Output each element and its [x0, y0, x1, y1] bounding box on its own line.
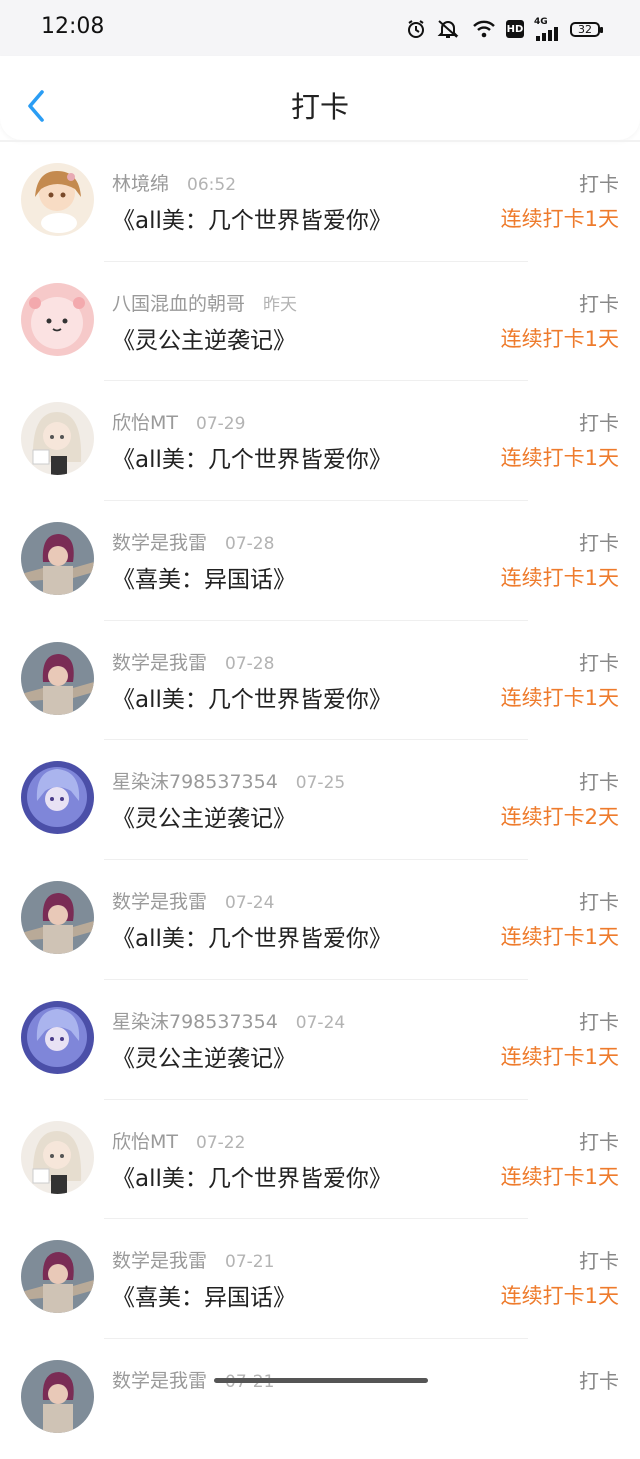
timestamp: 07-28 [225, 534, 275, 555]
user-line: 数学是我雷 07-21 [112, 1246, 274, 1273]
checkin-label: 打卡 [579, 770, 619, 795]
anime-girl-avatar[interactable] [21, 163, 94, 236]
purple-hair-character-avatar[interactable] [21, 641, 94, 715]
username[interactable]: 八国混血的朝哥 [112, 293, 245, 315]
list-item[interactable]: 林境绵 06:52 《all美：几个世界皆爱你》 打卡 连续打卡1天 [0, 142, 640, 262]
timestamp: 07-21 [225, 1252, 275, 1273]
user-line: 数学是我雷 07-24 [112, 887, 274, 914]
checkin-label: 打卡 [579, 1368, 619, 1393]
streak-label: 连续打卡2天 [500, 805, 619, 830]
checkin-label: 打卡 [579, 650, 619, 675]
list-item[interactable]: 数学是我雷 07-28 《all美：几个世界皆爱你》 打卡 连续打卡1天 [0, 621, 640, 741]
battery-icon: 32 [570, 21, 603, 37]
wifi-icon [472, 19, 496, 39]
list-item[interactable]: 数学是我雷 07-28 《喜美：异国话》 打卡 连续打卡1天 [0, 501, 640, 621]
timestamp: 07-24 [295, 1012, 346, 1033]
white-hair-girl-avatar[interactable] [21, 1120, 94, 1194]
username[interactable]: 欣怡MT [112, 412, 178, 434]
header-bar: 打卡 [0, 56, 640, 140]
network-label: 4G [534, 17, 548, 27]
blue-fairy-avatar[interactable] [21, 1000, 94, 1074]
user-line: 星染沫798537354 07-24 [112, 1007, 345, 1034]
streak-label: 连续打卡1天 [500, 207, 619, 231]
timestamp: 07-24 [225, 893, 275, 914]
checkin-label: 打卡 [579, 890, 619, 915]
list-item[interactable]: 数学是我雷07-21 打卡 [0, 1339, 640, 1459]
streak-label: 连续打卡1天 [500, 566, 619, 591]
timestamp: 07-29 [196, 414, 246, 435]
book-title[interactable]: 《all美：几个世界皆爱你》 [112, 440, 392, 474]
purple-hair-character-avatar[interactable] [21, 522, 94, 596]
list-item[interactable]: 欣怡MT 07-29 《all美：几个世界皆爱你》 打卡 连续打卡1天 [0, 381, 640, 502]
user-line: 星染沫798537354 07-25 [112, 767, 345, 794]
checkin-label: 打卡 [579, 172, 619, 196]
timestamp: 07-28 [225, 653, 275, 674]
purple-hair-character-avatar[interactable] [21, 1240, 94, 1314]
username[interactable]: 星染沫798537354 [112, 1011, 278, 1033]
timestamp: 07-25 [295, 773, 346, 794]
status-time: 12:08 [41, 14, 105, 39]
checkin-label: 打卡 [579, 1009, 619, 1034]
checkin-label: 打卡 [579, 291, 619, 316]
username[interactable]: 数学是我雷 [112, 532, 207, 554]
purple-hair-character-avatar[interactable] [21, 1359, 94, 1433]
status-bar: 12:08 HD 4G 32 [0, 0, 640, 56]
book-title[interactable]: 《all美：几个世界皆爱你》 [112, 680, 392, 714]
alarm-icon [406, 19, 426, 39]
username[interactable]: 林境绵 [112, 173, 169, 195]
checkin-list: 林境绵 06:52 《all美：几个世界皆爱你》 打卡 连续打卡1天 八国混血的朝… [0, 142, 640, 1459]
streak-label: 连续打卡1天 [500, 925, 619, 950]
book-title[interactable]: 《all美：几个世界皆爱你》 [112, 919, 392, 953]
checkin-label: 打卡 [579, 1249, 619, 1274]
username[interactable]: 数学是我雷 [112, 652, 207, 674]
book-title[interactable]: 《all美：几个世界皆爱你》 [112, 201, 392, 235]
timestamp: 昨天 [263, 294, 298, 315]
book-title[interactable]: 《灵公主逆袭记》 [112, 1039, 296, 1073]
home-indicator[interactable] [214, 1378, 428, 1383]
streak-label: 连续打卡1天 [500, 446, 619, 471]
list-item[interactable]: 数学是我雷 07-21 《喜美：异国话》 打卡 连续打卡1天 [0, 1219, 640, 1339]
list-item[interactable]: 星染沫798537354 07-25 《灵公主逆袭记》 打卡 连续打卡2天 [0, 740, 640, 861]
timestamp: 06:52 [187, 175, 237, 195]
username[interactable]: 欣怡MT [112, 1131, 178, 1153]
book-title[interactable]: 《喜美：异国话》 [112, 560, 296, 594]
user-line: 欣怡MT 07-29 [112, 408, 245, 435]
streak-label: 连续打卡1天 [500, 1044, 619, 1069]
checkin-label: 打卡 [579, 531, 619, 556]
list-item[interactable]: 八国混血的朝哥 昨天 《灵公主逆袭记》 打卡 连续打卡1天 [0, 262, 640, 382]
username[interactable]: 星染沫798537354 [112, 771, 278, 793]
book-title[interactable]: 《all美：几个世界皆爱你》 [112, 1159, 392, 1193]
list-item[interactable]: 数学是我雷 07-24 《all美：几个世界皆爱你》 打卡 连续打卡1天 [0, 860, 640, 980]
checkin-label: 打卡 [579, 1129, 619, 1154]
checkin-label: 打卡 [579, 411, 619, 436]
book-title[interactable]: 《灵公主逆袭记》 [112, 321, 296, 355]
streak-label: 连续打卡1天 [500, 1284, 619, 1309]
list-item[interactable]: 欣怡MT 07-22 《all美：几个世界皆爱你》 打卡 连续打卡1天 [0, 1100, 640, 1220]
white-hair-girl-avatar[interactable] [21, 402, 94, 476]
mute-icon [436, 19, 462, 39]
status-icons: HD 4G 32 [406, 16, 603, 42]
page-title: 打卡 [290, 90, 349, 124]
username[interactable]: 数学是我雷 [112, 891, 207, 913]
list-item[interactable]: 星染沫798537354 07-24 《灵公主逆袭记》 打卡 连续打卡1天 [0, 980, 640, 1100]
streak-label: 连续打卡1天 [500, 1164, 619, 1189]
user-line: 数学是我雷 07-28 [112, 528, 274, 555]
user-line: 欣怡MT 07-22 [112, 1127, 245, 1154]
user-line: 八国混血的朝哥 昨天 [112, 289, 297, 316]
timestamp: 07-22 [196, 1132, 246, 1153]
book-title[interactable]: 《喜美：异国话》 [112, 1278, 296, 1312]
hd-icon: HD [506, 20, 524, 38]
pink-blob-avatar[interactable] [21, 282, 94, 356]
username[interactable]: 数学是我雷 [112, 1250, 207, 1272]
signal-icon: 4G [534, 17, 560, 41]
user-line: 林境绵 06:52 [112, 169, 236, 196]
book-title[interactable]: 《灵公主逆袭记》 [112, 799, 296, 833]
purple-hair-character-avatar[interactable] [21, 881, 94, 955]
streak-label: 连续打卡1天 [500, 685, 619, 710]
user-line: 数学是我雷 07-28 [112, 648, 274, 675]
username[interactable]: 数学是我雷 [112, 1370, 207, 1392]
blue-fairy-avatar[interactable] [21, 761, 94, 835]
streak-label: 连续打卡1天 [500, 326, 619, 351]
